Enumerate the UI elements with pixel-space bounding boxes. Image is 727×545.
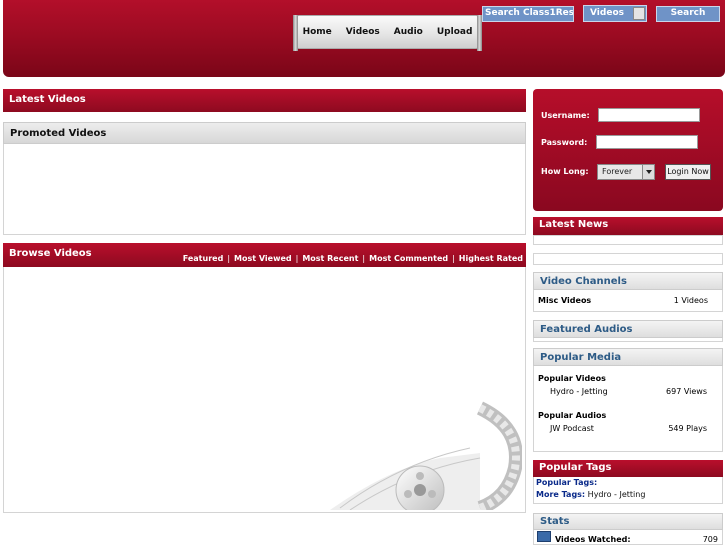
popular-videos-heading-text: Popular Videos (538, 374, 606, 383)
popular-audio-plays: 549 Plays (668, 424, 707, 433)
popular-tags-label: Popular Tags: (536, 478, 598, 487)
username-label: Username: (541, 111, 590, 120)
latest-news-header: Latest News (533, 217, 723, 235)
chevron-down-icon (642, 165, 654, 179)
featured-audios-title: Featured Audios (540, 324, 633, 335)
monitor-icon (537, 531, 551, 542)
popular-video-name: Hydro - Jetting (550, 387, 608, 396)
filter-separator: | (452, 254, 455, 263)
filter-separator: | (227, 254, 231, 263)
promoted-videos-title: Promoted Videos (10, 128, 107, 139)
search-type-value: Videos (590, 8, 624, 18)
filter-most-viewed[interactable]: Most Viewed (234, 254, 292, 263)
latest-news-spacer (533, 253, 723, 265)
filter-highest-rated[interactable]: Highest Rated (459, 254, 523, 263)
videos-watched-value: 709 (702, 535, 718, 544)
videos-watched-label: Videos Watched: (555, 535, 631, 544)
login-button[interactable]: Login Now (665, 164, 711, 180)
popular-video-views: 697 Views (666, 387, 707, 396)
featured-audios-header: Featured Audios (533, 320, 723, 338)
filter-most-recent[interactable]: Most Recent (302, 254, 358, 263)
video-channels-title: Video Channels (540, 276, 627, 287)
more-tags-label: More Tags: (536, 490, 586, 499)
popular-media-header: Popular Media (533, 348, 723, 366)
search-input[interactable]: Search Class1Respo (482, 6, 574, 22)
channel-name: Misc Videos (538, 296, 592, 305)
popular-tags-title: Popular Tags (539, 462, 612, 473)
more-tags-link[interactable]: Hydro - Jetting (588, 490, 646, 499)
nav-videos[interactable]: Videos (339, 27, 387, 37)
popular-video-row[interactable]: Hydro - Jetting 697 Views (550, 387, 707, 396)
how-long-value: Forever (602, 167, 633, 176)
main-nav: Home Videos Audio Upload (293, 15, 482, 51)
popular-audio-name: JW Podcast (550, 424, 594, 433)
popular-tags-header: Popular Tags (533, 460, 723, 477)
stats-header: Stats (533, 513, 723, 530)
latest-videos-title: Latest Videos (9, 94, 86, 105)
nav-upload[interactable]: Upload (430, 27, 480, 37)
browse-videos-header: Browse Videos Featured | Most Viewed | Mos… (3, 243, 526, 267)
login-box: Username: Password: How Long: Forever Lo… (533, 89, 723, 211)
more-tags-row: More Tags: Hydro - Jetting (536, 490, 645, 499)
username-field[interactable] (598, 108, 700, 122)
popular-audio-row[interactable]: JW Podcast 549 Plays (550, 424, 707, 433)
popular-videos-heading: Popular Videos (538, 374, 708, 383)
search-type-select[interactable]: Videos (583, 5, 647, 22)
browse-filters: Featured | Most Viewed | Most Recent | Most… (183, 254, 523, 263)
stats-title: Stats (540, 516, 570, 527)
latest-news-panel (533, 235, 723, 245)
popular-audios-heading: Popular Audios (538, 411, 708, 420)
filter-separator: | (362, 254, 366, 263)
popular-audios-heading-text: Popular Audios (538, 411, 607, 420)
how-long-label: How Long: (541, 167, 589, 176)
filter-most-commented[interactable]: Most Commented (369, 254, 448, 263)
filter-featured[interactable]: Featured (183, 254, 224, 263)
popular-media-title: Popular Media (540, 352, 622, 363)
filter-separator: | (295, 254, 299, 263)
how-long-select[interactable]: Forever (597, 164, 655, 180)
search-button[interactable]: Search (656, 6, 720, 22)
nav-home[interactable]: Home (296, 27, 339, 37)
latest-videos-header: Latest Videos (3, 89, 526, 112)
latest-news-title: Latest News (539, 219, 609, 230)
password-field[interactable] (596, 135, 698, 149)
video-channels-header: Video Channels (533, 272, 723, 290)
chevron-down-icon (633, 7, 645, 20)
channel-count: 1 Videos (673, 296, 708, 305)
channel-row[interactable]: Misc Videos 1 Videos (538, 296, 708, 305)
film-reel-decoration (330, 401, 522, 510)
nav-audio[interactable]: Audio (387, 27, 430, 37)
videos-watched-row: Videos Watched: 709 (555, 535, 718, 544)
promoted-videos-header: Promoted Videos (3, 122, 526, 144)
browse-videos-title: Browse Videos (9, 248, 92, 259)
password-label: Password: (541, 138, 588, 147)
